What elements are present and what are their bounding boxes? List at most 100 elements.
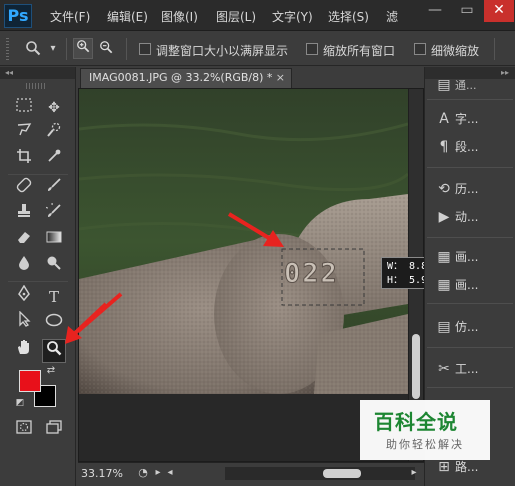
status-menu-arrow-icon[interactable]: ▸ — [152, 464, 164, 482]
status-bar: 33.17% ◔ ▸ ◂ ▸ — [78, 462, 424, 484]
history-icon: ⟲ — [438, 181, 450, 197]
clone-source-icon: ▤ — [437, 319, 451, 335]
annotation-arrow — [65, 302, 108, 344]
options-divider — [126, 38, 127, 60]
paragraph-panel-tab[interactable]: ¶ 段... — [433, 135, 513, 159]
options-bar: ▾ 调整窗口大小以满屏显示 缩放所有窗口 细微缩放 — [0, 32, 515, 66]
channels-label: 通... — [455, 79, 477, 92]
horizontal-scroll-thumb[interactable] — [323, 469, 361, 478]
menu-bar: Ps 文件(F) 编辑(E) 图像(I) 图层(L) 文字(Y) 选择(S) 滤… — [0, 0, 515, 31]
history-panel-tab[interactable]: ⟲ 历... — [433, 177, 513, 201]
channels-panel-tab[interactable]: ▤ 通... — [433, 77, 513, 93]
menu-filter[interactable]: 滤 — [386, 8, 398, 25]
dodge-tool-icon[interactable] — [42, 255, 66, 279]
actions-icon: ▶ — [438, 209, 450, 225]
blur-tool-icon[interactable] — [12, 255, 36, 279]
panel-divider — [427, 99, 513, 100]
clone-source-label: 仿... — [455, 320, 479, 334]
watermark-logo: 百科全说 助你轻松解决 — [360, 400, 490, 460]
menu-image[interactable]: 图像(I) — [161, 8, 198, 25]
menu-file[interactable]: 文件(F) — [50, 8, 90, 25]
foreground-color-swatch[interactable] — [19, 370, 41, 392]
panel-divider — [427, 347, 513, 348]
scrubby-zoom-label: 细微缩放 — [431, 44, 480, 58]
move-tool-icon[interactable]: ✥ — [42, 96, 66, 120]
vertical-scroll-thumb[interactable] — [412, 334, 420, 399]
minimize-button[interactable]: — — [420, 0, 450, 22]
menu-edit[interactable]: 编辑(E) — [107, 8, 148, 25]
canvas-image[interactable]: 022 — [79, 89, 408, 394]
crop-tool-icon[interactable] — [12, 148, 36, 172]
brush-presets-panel-tab[interactable]: ▦ 画... — [433, 245, 513, 269]
tool-presets-label: 工... — [455, 362, 479, 376]
zoom-out-icon[interactable] — [97, 40, 115, 58]
options-grip[interactable] — [6, 38, 9, 60]
history-brush-tool-icon[interactable] — [42, 199, 66, 227]
options-divider — [66, 38, 67, 60]
scrubby-zoom-checkbox[interactable] — [414, 43, 426, 55]
quick-mask-icon[interactable] — [12, 418, 36, 442]
default-colors-icon[interactable]: ◩ — [13, 396, 27, 410]
panel-divider — [427, 387, 513, 388]
status-info-icon[interactable]: ◔ — [134, 464, 152, 482]
paragraph-label: 段... — [455, 140, 479, 154]
pen-tool-icon[interactable] — [12, 284, 36, 309]
clone-source-panel-tab[interactable]: ▤ 仿... — [433, 315, 513, 339]
zoom-all-label: 缩放所有窗口 — [323, 44, 396, 58]
tools-panel: ◂◂ ✥ T ⇄ ◩ — [0, 67, 76, 486]
horizontal-scrollbar[interactable] — [225, 467, 415, 480]
menu-layer[interactable]: 图层(L) — [216, 8, 256, 25]
document-tab-title: IMAG0081.JPG @ 33.2%(RGB/8) * — [89, 71, 273, 84]
brush-presets-label: 画... — [455, 250, 479, 264]
history-label: 历... — [455, 182, 479, 196]
close-document-icon[interactable]: × — [276, 69, 285, 87]
character-panel-tab[interactable]: A 字... — [433, 107, 513, 131]
menu-type[interactable]: 文字(Y) — [272, 8, 313, 25]
swap-colors-icon[interactable]: ⇄ — [44, 364, 58, 378]
watermark-title: 百科全说 — [374, 410, 458, 434]
panel-divider — [427, 167, 513, 168]
brush-presets-icon: ▦ — [437, 249, 451, 265]
preset-dropdown-icon[interactable]: ▾ — [44, 40, 62, 58]
eyedropper-tool-icon[interactable] — [42, 148, 66, 172]
zoom-tool-preset-icon[interactable] — [24, 40, 42, 58]
panel-divider — [427, 237, 513, 238]
actions-panel-tab[interactable]: ▶ 动... — [433, 205, 513, 229]
restore-button[interactable]: ▭ — [452, 0, 482, 22]
actions-label: 动... — [455, 210, 479, 224]
zoom-all-checkbox[interactable] — [306, 43, 318, 55]
close-button[interactable]: ✕ — [484, 0, 514, 22]
photoshop-logo: Ps — [4, 4, 32, 28]
fit-window-label: 调整窗口大小以满屏显示 — [156, 44, 289, 58]
zoom-in-button[interactable] — [73, 38, 93, 59]
lasso-tool-icon[interactable] — [12, 122, 36, 146]
eraser-tool-icon[interactable] — [12, 229, 36, 253]
fit-window-checkbox[interactable] — [139, 43, 151, 55]
document-tab[interactable]: IMAG0081.JPG @ 33.2%(RGB/8) * × — [80, 68, 292, 88]
hand-tool-icon[interactable] — [12, 339, 36, 363]
stone-engraving: 022 — [284, 258, 339, 289]
screen-mode-icon[interactable] — [42, 418, 66, 442]
channels-icon: ▤ — [437, 77, 451, 93]
tool-presets-icon: ✂ — [438, 361, 450, 377]
healing-brush-tool-icon[interactable] — [12, 177, 36, 201]
menu-select[interactable]: 选择(S) — [328, 8, 369, 25]
tools-grip[interactable] — [26, 83, 46, 89]
marquee-tool-icon[interactable] — [12, 96, 36, 120]
brush-panel-tab[interactable]: ▦ 画... — [433, 273, 513, 297]
zoom-level[interactable]: 33.17% — [81, 467, 123, 480]
tools-panel-header[interactable]: ◂◂ — [0, 67, 75, 79]
paragraph-icon: ¶ — [439, 139, 449, 155]
quick-selection-tool-icon[interactable] — [42, 122, 66, 146]
paths-label: 路... — [455, 460, 479, 474]
options-divider — [494, 38, 495, 60]
path-selection-tool-icon[interactable] — [12, 310, 36, 335]
clone-stamp-tool-icon[interactable] — [12, 203, 36, 227]
scroll-right-arrow-icon[interactable]: ▸ — [408, 464, 420, 482]
character-icon: A — [439, 111, 449, 127]
brush-tool-icon[interactable] — [42, 177, 66, 201]
gradient-tool-icon[interactable] — [42, 229, 66, 253]
character-label: 字... — [455, 112, 479, 126]
tool-presets-panel-tab[interactable]: ✂ 工... — [433, 357, 513, 381]
scroll-left-arrow-icon[interactable]: ◂ — [164, 464, 176, 482]
